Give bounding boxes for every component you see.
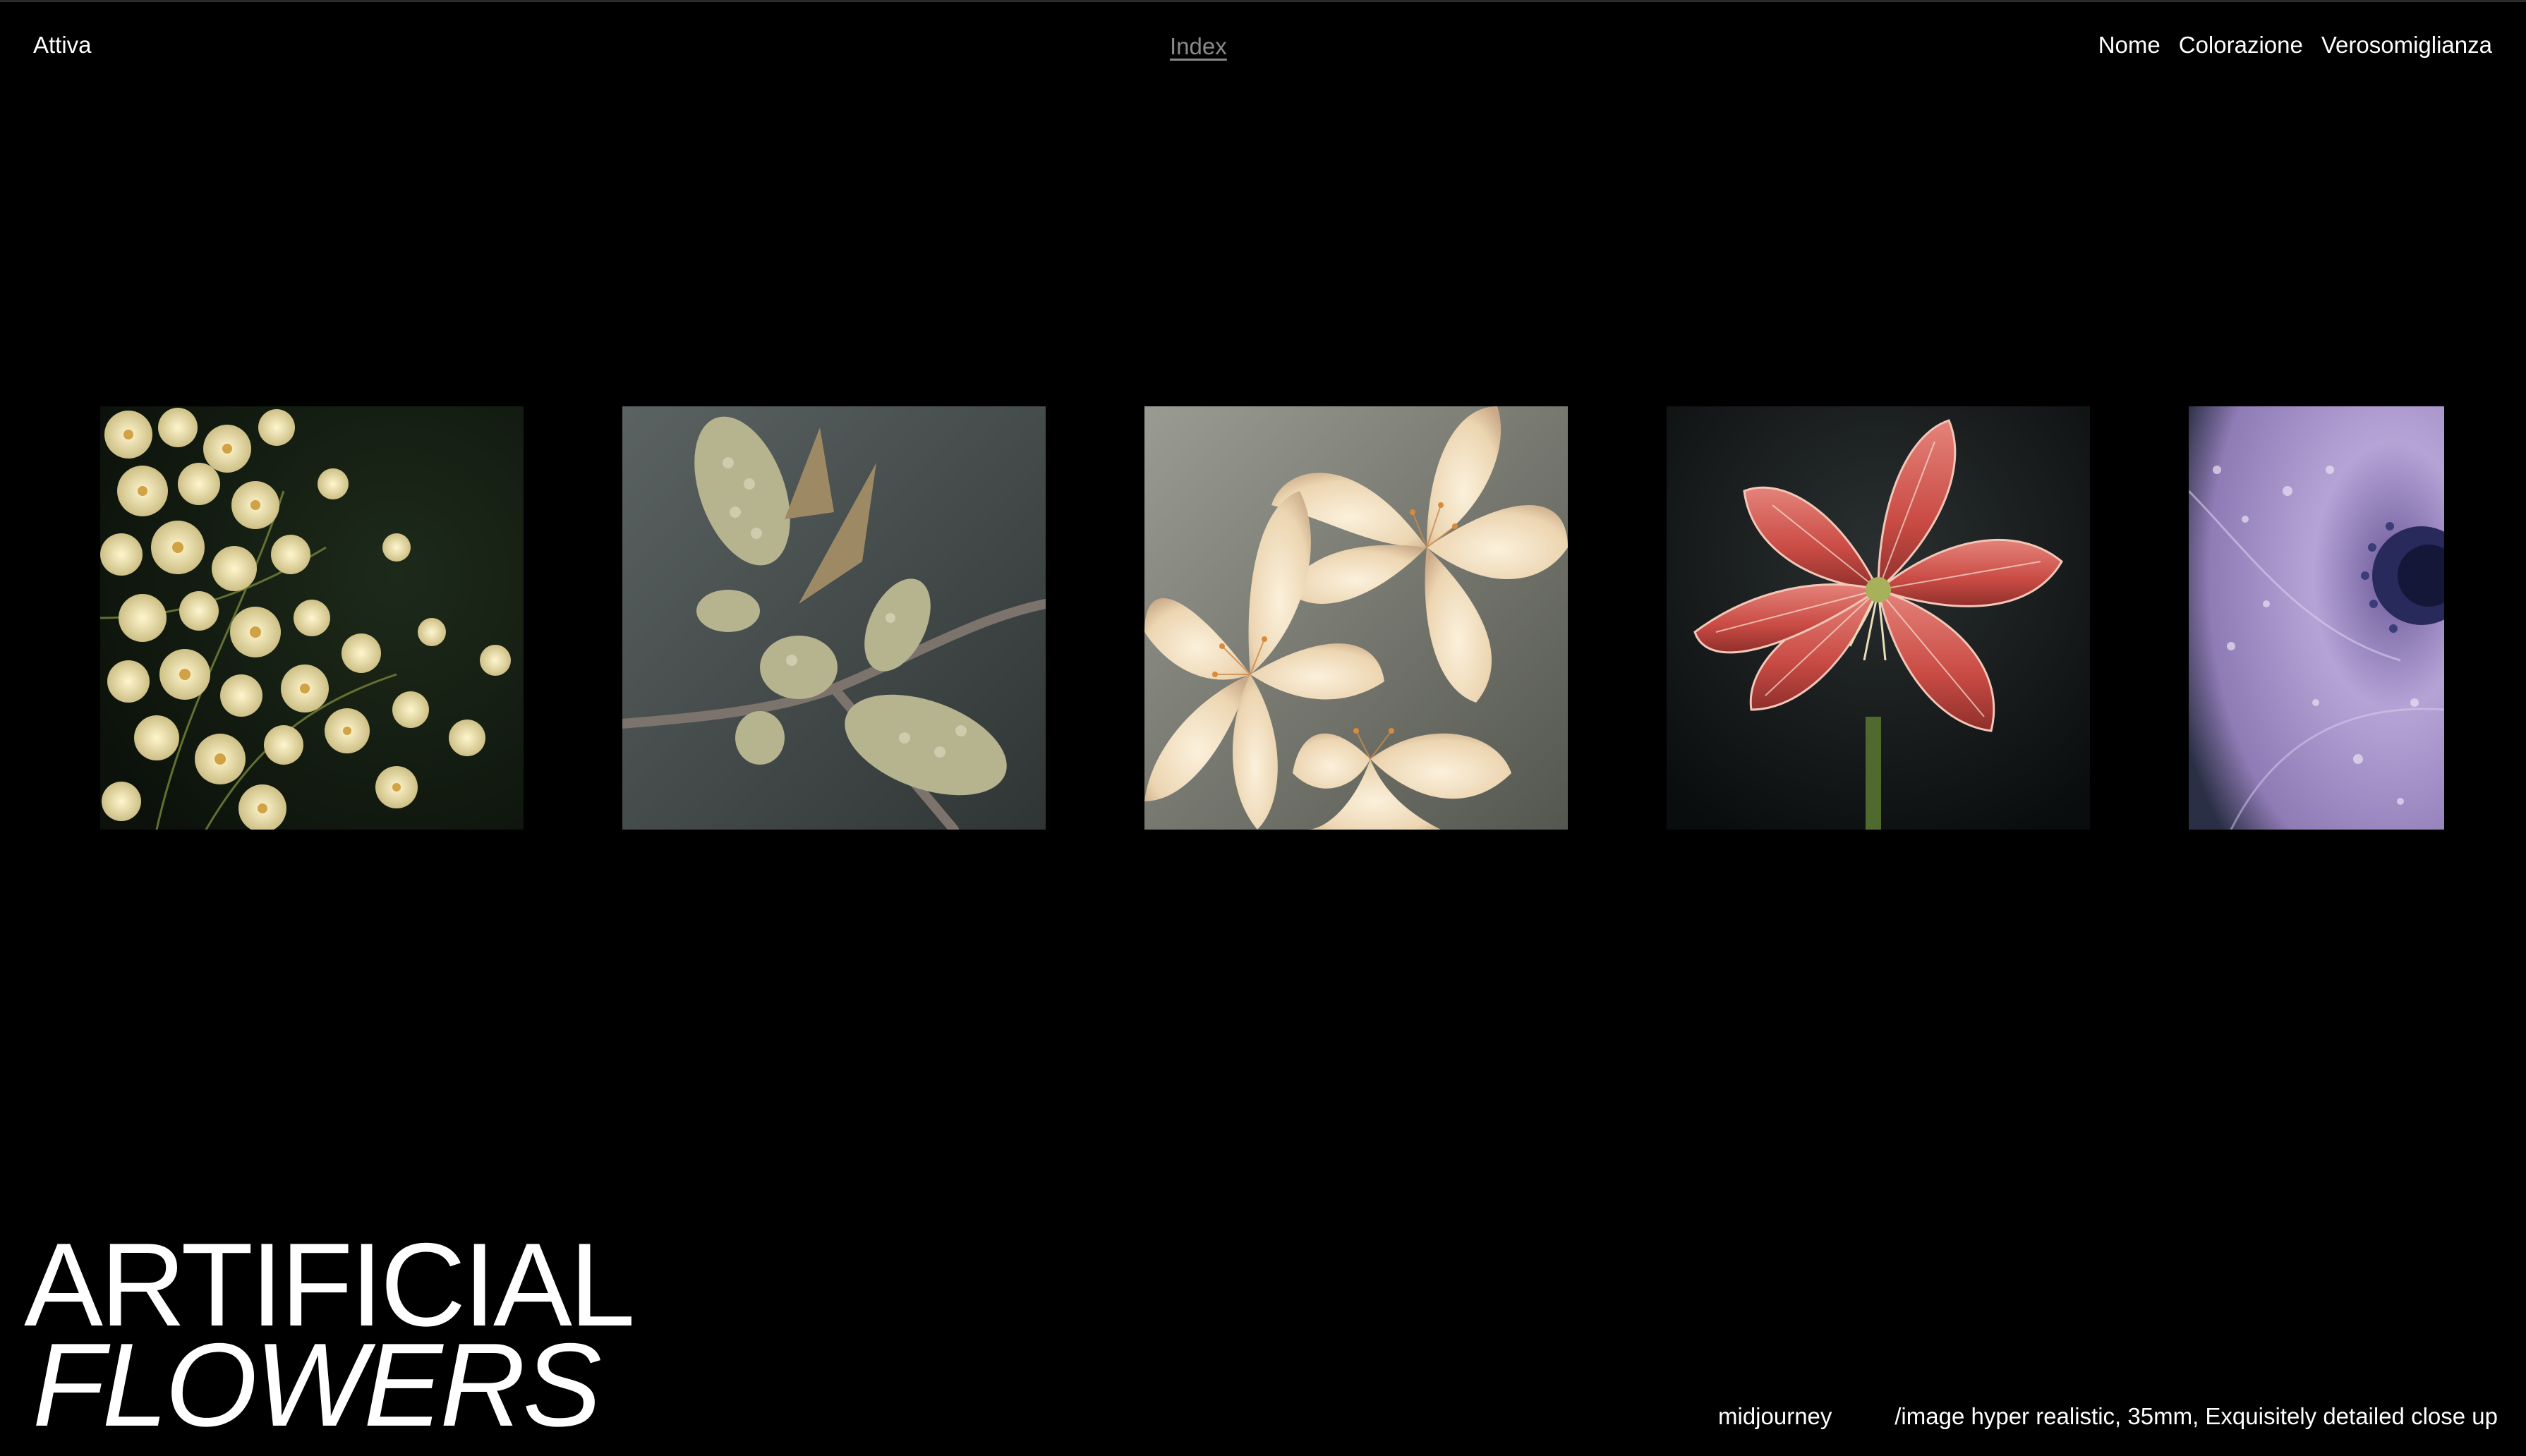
nav-index-link[interactable]: Index xyxy=(1170,32,1227,61)
page-title: ARTIFICIAL FLOWERS xyxy=(24,1225,635,1451)
gallery-image-budding-branch[interactable] xyxy=(622,406,1046,830)
footer-tool-label: midjourney xyxy=(1718,1403,1832,1429)
image-gallery xyxy=(0,406,2526,830)
footer-prompt-text: /image hyper realistic, 35mm, Exquisitel… xyxy=(1894,1403,2498,1429)
lavender-anemone-image xyxy=(2189,406,2444,830)
nav-attiva-link[interactable]: Attiva xyxy=(33,31,92,59)
cream-blossoms-image xyxy=(100,406,524,830)
nav-filter-links: Nome Colorazione Verosomiglianza xyxy=(2098,31,2492,59)
budding-branch-image xyxy=(622,406,1046,830)
red-amaryllis-image xyxy=(1667,406,2090,830)
peach-lilies-image xyxy=(1144,406,1568,830)
gallery-image-lavender-anemone[interactable] xyxy=(2189,406,2444,830)
nav-verosomiglianza-link[interactable]: Verosomiglianza xyxy=(2321,31,2492,59)
title-line-flowers: FLOWERS xyxy=(32,1318,602,1451)
nav-colorazione-link[interactable]: Colorazione xyxy=(2179,31,2303,59)
nav-nome-link[interactable]: Nome xyxy=(2098,31,2161,59)
gallery-image-cream-blossoms[interactable] xyxy=(100,406,524,830)
top-divider xyxy=(0,0,2526,2)
gallery-image-peach-lilies[interactable] xyxy=(1144,406,1568,830)
gallery-image-red-amaryllis[interactable] xyxy=(1667,406,2090,830)
page: Attiva Index Nome Colorazione Verosomigl… xyxy=(0,0,2526,1456)
